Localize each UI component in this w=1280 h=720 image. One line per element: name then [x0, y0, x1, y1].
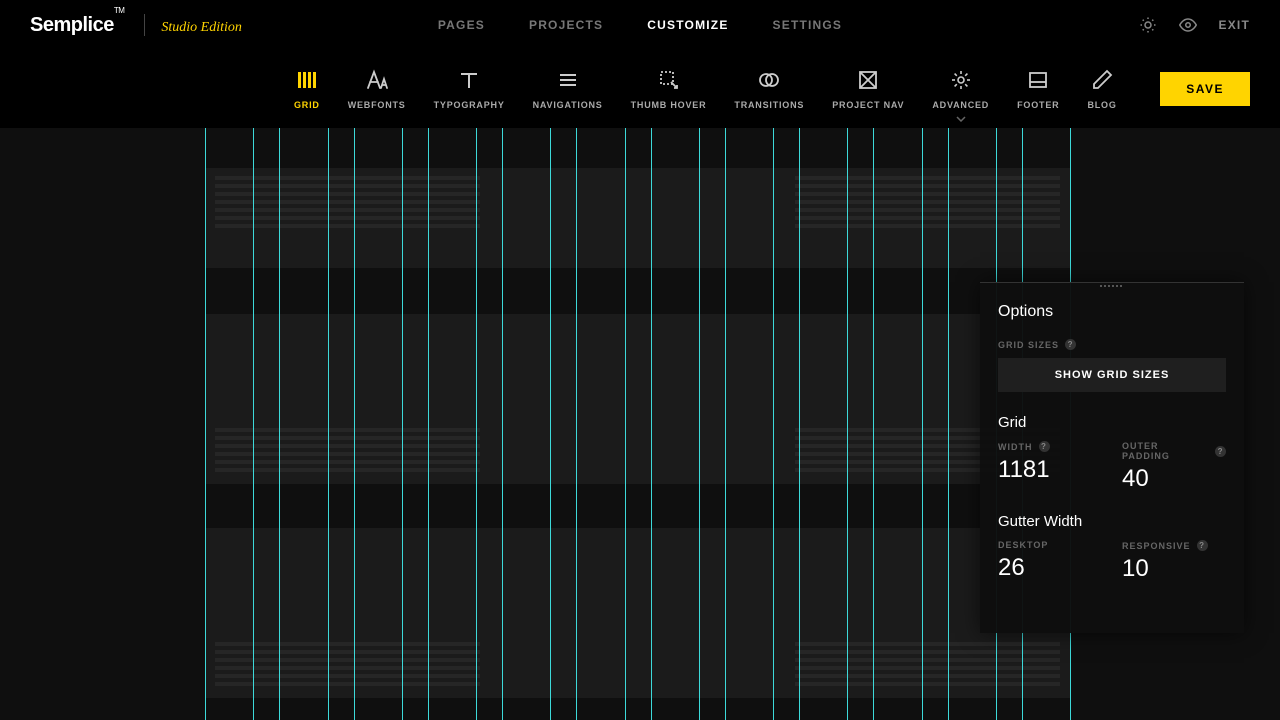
width-field: WIDTH ?: [998, 441, 1102, 493]
outer-padding-input[interactable]: [1122, 465, 1226, 493]
nav-settings[interactable]: SETTINGS: [773, 18, 843, 32]
tool-label: ADVANCED: [932, 100, 989, 110]
nav-projects[interactable]: PROJECTS: [529, 18, 603, 32]
nav-pages[interactable]: PAGES: [438, 18, 485, 32]
tool-typography[interactable]: TYPOGRAPHY: [420, 68, 519, 110]
tool-label: GRID: [294, 100, 320, 110]
grid-sizes-label: GRID SIZES ?: [998, 339, 1226, 350]
responsive-field: RESPONSIVE ?: [1122, 540, 1226, 583]
tool-label: TRANSITIONS: [734, 100, 804, 110]
logo-group: SempliceTM Studio Edition: [30, 14, 242, 37]
customize-toolbar: GRID WEBFONTS TYPOGRAPHY NAVIGATIONS THU…: [0, 50, 1280, 128]
show-grid-sizes-button[interactable]: SHOW GRID SIZES: [998, 358, 1226, 392]
row-block: [205, 528, 1070, 698]
row-block: [205, 314, 1070, 484]
tool-thumb-hover[interactable]: THUMB HOVER: [617, 68, 721, 110]
logo: SempliceTM: [30, 14, 124, 37]
outer-padding-label: OUTER PADDING ?: [1122, 441, 1226, 461]
help-icon[interactable]: ?: [1039, 441, 1050, 452]
advanced-icon: [949, 68, 973, 92]
desktop-field: DESKTOP: [998, 540, 1102, 583]
tool-grid[interactable]: GRID: [280, 68, 334, 110]
blog-icon: [1090, 68, 1114, 92]
footer-icon: [1026, 68, 1050, 92]
tool-label: THUMB HOVER: [631, 100, 707, 110]
row-block: [205, 168, 1070, 268]
outer-padding-field: OUTER PADDING ?: [1122, 441, 1226, 493]
tool-webfonts[interactable]: WEBFONTS: [334, 68, 420, 110]
preview-icon[interactable]: [1179, 16, 1197, 34]
gutter-heading: Gutter Width: [998, 513, 1226, 530]
tool-label: WEBFONTS: [348, 100, 406, 110]
tool-label: FOOTER: [1017, 100, 1059, 110]
help-icon[interactable]: ?: [1215, 446, 1226, 457]
logo-divider: [144, 14, 145, 36]
project-nav-icon: [856, 68, 880, 92]
exit-link[interactable]: EXIT: [1219, 18, 1250, 32]
grid-icon: [295, 68, 319, 92]
options-panel: Options GRID SIZES ? SHOW GRID SIZES Gri…: [980, 282, 1244, 633]
width-input[interactable]: [998, 456, 1102, 484]
tool-label: PROJECT NAV: [832, 100, 904, 110]
thumb-hover-icon: [657, 68, 681, 92]
webfonts-icon: [365, 68, 389, 92]
panel-section-grid-sizes: GRID SIZES ? SHOW GRID SIZES Grid WIDTH …: [980, 339, 1244, 583]
brightness-icon[interactable]: [1139, 16, 1157, 34]
tool-label: BLOG: [1087, 100, 1116, 110]
desktop-input[interactable]: [998, 554, 1102, 582]
grid-heading: Grid: [998, 414, 1226, 431]
transitions-icon: [757, 68, 781, 92]
tool-label: TYPOGRAPHY: [434, 100, 505, 110]
header-right: EXIT: [1139, 16, 1250, 34]
canvas-inner: [205, 128, 1070, 720]
tool-list: GRID WEBFONTS TYPOGRAPHY NAVIGATIONS THU…: [280, 68, 1131, 110]
responsive-label: RESPONSIVE ?: [1122, 540, 1226, 551]
tool-blog[interactable]: BLOG: [1073, 68, 1130, 110]
navigations-icon: [556, 68, 580, 92]
panel-title: Options: [980, 289, 1244, 339]
desktop-label: DESKTOP: [998, 540, 1102, 550]
width-label: WIDTH ?: [998, 441, 1102, 452]
tool-transitions[interactable]: TRANSITIONS: [720, 68, 818, 110]
tool-advanced[interactable]: ADVANCED: [918, 68, 1003, 110]
main-nav: PAGES PROJECTS CUSTOMIZE SETTINGS: [438, 18, 842, 32]
tool-label: NAVIGATIONS: [533, 100, 603, 110]
help-icon[interactable]: ?: [1065, 339, 1076, 350]
typography-icon: [457, 68, 481, 92]
tool-project-nav[interactable]: PROJECT NAV: [818, 68, 918, 110]
tool-navigations[interactable]: NAVIGATIONS: [519, 68, 617, 110]
save-button[interactable]: SAVE: [1160, 72, 1250, 106]
edition-label: Studio Edition: [161, 20, 242, 36]
nav-customize[interactable]: CUSTOMIZE: [647, 18, 728, 32]
help-icon[interactable]: ?: [1197, 540, 1208, 551]
tool-footer[interactable]: FOOTER: [1003, 68, 1073, 110]
chevron-down-icon: [956, 116, 966, 122]
app-header: SempliceTM Studio Edition PAGES PROJECTS…: [0, 0, 1280, 50]
responsive-input[interactable]: [1122, 555, 1226, 583]
